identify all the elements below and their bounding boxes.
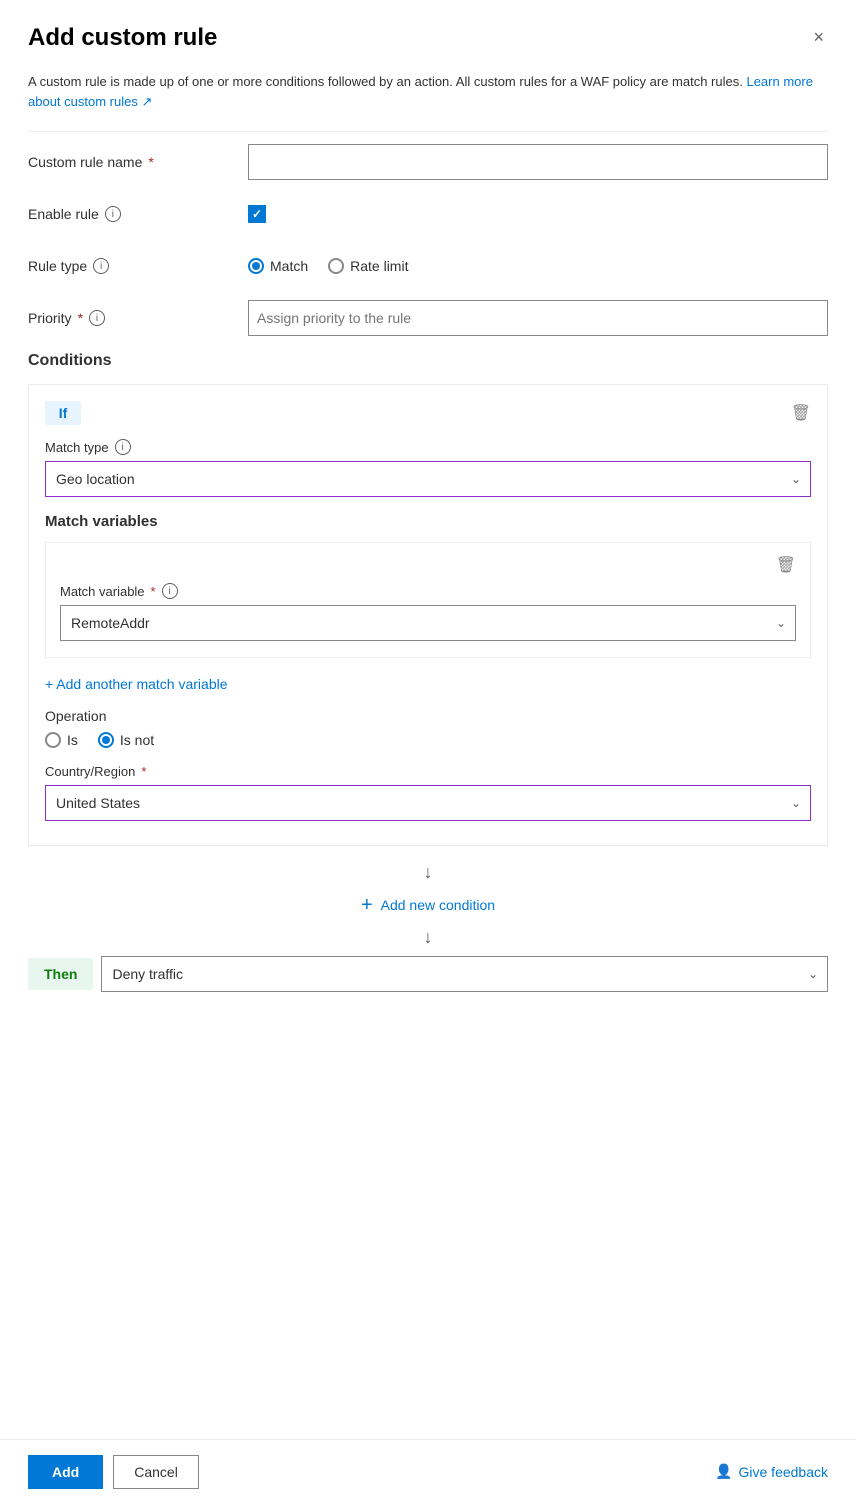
modal-header: Add custom rule × — [28, 24, 828, 52]
match-variable-select[interactable]: RemoteAddr RequestMethod QueryString Pos… — [60, 605, 796, 641]
match-radio-outer — [248, 258, 264, 274]
match-radio-inner — [252, 262, 260, 270]
cancel-button[interactable]: Cancel — [113, 1455, 199, 1489]
match-type-label: Match type i — [45, 439, 811, 455]
enable-rule-info-icon[interactable]: i — [105, 206, 121, 222]
rate-limit-radio-label: Rate limit — [350, 258, 408, 274]
priority-required-star: * — [78, 310, 83, 326]
footer-actions: Add Cancel — [28, 1455, 199, 1489]
modal-title: Add custom rule — [28, 24, 217, 52]
match-type-select[interactable]: Geo location IP address HTTP header HTTP… — [45, 461, 811, 497]
match-radio-label: Match — [270, 258, 308, 274]
country-required: * — [141, 764, 146, 779]
priority-label: Priority * i — [28, 310, 248, 326]
conditions-section-title: Conditions — [28, 352, 828, 370]
footer: Add Cancel 👤 Give feedback — [0, 1439, 856, 1503]
add-condition-plus-icon: + — [361, 895, 373, 915]
match-variable-label: Match variable * i — [60, 583, 796, 599]
condition-box: If 🗑 Match type i Geo location IP addres… — [28, 384, 828, 846]
is-not-radio-inner — [102, 736, 110, 744]
operation-section: Operation Is Is not — [45, 708, 811, 748]
rule-type-info-icon[interactable]: i — [93, 258, 109, 274]
add-match-variable-link[interactable]: + Add another match variable — [45, 676, 228, 692]
match-type-select-wrap: Geo location IP address HTTP header HTTP… — [45, 461, 811, 497]
close-button[interactable]: × — [809, 24, 828, 50]
priority-input[interactable] — [248, 300, 828, 336]
match-type-field: Match type i Geo location IP address HTT… — [45, 439, 811, 497]
rule-type-label: Rule type i — [28, 258, 248, 274]
match-var-trash-wrap: 🗑 — [60, 555, 796, 575]
enable-rule-checkbox[interactable] — [248, 205, 266, 223]
operation-label: Operation — [45, 708, 811, 724]
match-variable-required: * — [151, 584, 156, 599]
match-variable-select-wrap: RemoteAddr RequestMethod QueryString Pos… — [60, 605, 796, 641]
then-row: Then Deny traffic Allow traffic Log ⌄ — [28, 956, 828, 992]
priority-info-icon[interactable]: i — [89, 310, 105, 326]
country-select[interactable]: United States Canada United Kingdom Germ… — [45, 785, 811, 821]
is-radio-label: Is — [67, 732, 78, 748]
country-region-label: Country/Region * — [45, 764, 811, 779]
arrow-down-1: ↓ — [28, 862, 828, 883]
rate-limit-radio-outer — [328, 258, 344, 274]
custom-rule-name-input[interactable] — [248, 144, 828, 180]
match-variable-info-icon[interactable]: i — [162, 583, 178, 599]
operation-is-not-option[interactable]: Is not — [98, 732, 154, 748]
country-region-field: Country/Region * United States Canada Un… — [45, 764, 811, 821]
is-not-radio-outer — [98, 732, 114, 748]
add-custom-rule-modal: Add custom rule × A custom rule is made … — [0, 0, 856, 1503]
rule-type-match-option[interactable]: Match — [248, 258, 308, 274]
match-variable-box: 🗑 Match variable * i RemoteAddr RequestM… — [45, 542, 811, 658]
is-not-radio-label: Is not — [120, 732, 154, 748]
description-text: A custom rule is made up of one or more … — [28, 72, 828, 111]
arrow-down-2: ↓ — [28, 927, 828, 948]
match-variables-title: Match variables — [45, 513, 811, 530]
required-star: * — [148, 154, 153, 170]
operation-radio-group: Is Is not — [45, 732, 811, 748]
feedback-person-icon: 👤 — [715, 1463, 732, 1480]
feedback-label: Give feedback — [739, 1464, 829, 1480]
add-button[interactable]: Add — [28, 1455, 103, 1489]
action-select[interactable]: Deny traffic Allow traffic Log — [101, 956, 828, 992]
match-variable-delete-icon[interactable]: 🗑 — [776, 555, 796, 575]
rule-type-rate-limit-option[interactable]: Rate limit — [328, 258, 408, 274]
rule-type-row: Rule type i Match Rate limit — [28, 248, 828, 284]
is-radio-outer — [45, 732, 61, 748]
country-select-wrap: United States Canada United Kingdom Germ… — [45, 785, 811, 821]
rule-type-radio-group: Match Rate limit — [248, 258, 828, 274]
if-badge: If — [45, 401, 81, 425]
condition-header: If 🗑 — [45, 401, 811, 425]
then-badge: Then — [28, 958, 93, 990]
custom-rule-name-row: Custom rule name * — [28, 144, 828, 180]
priority-row: Priority * i — [28, 300, 828, 336]
match-type-info-icon[interactable]: i — [115, 439, 131, 455]
match-variables-section: Match variables 🗑 Match variable * i Rem… — [45, 513, 811, 821]
operation-is-option[interactable]: Is — [45, 732, 78, 748]
custom-rule-name-label: Custom rule name * — [28, 154, 248, 170]
enable-rule-label: Enable rule i — [28, 206, 248, 222]
add-new-condition-button[interactable]: + Add new condition — [361, 895, 495, 915]
give-feedback-link[interactable]: 👤 Give feedback — [715, 1463, 828, 1480]
enable-rule-row: Enable rule i — [28, 196, 828, 232]
action-select-wrap: Deny traffic Allow traffic Log ⌄ — [101, 956, 828, 992]
condition-delete-icon[interactable]: 🗑 — [791, 403, 811, 423]
